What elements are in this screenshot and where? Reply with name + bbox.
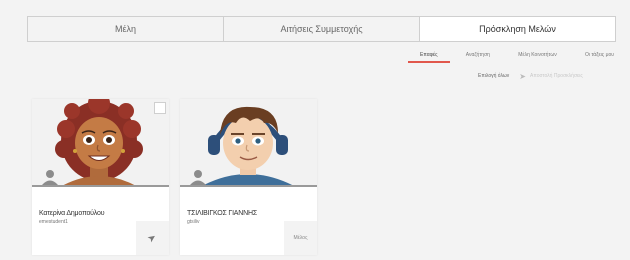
select-all-link[interactable]: Επιλογή όλων (478, 73, 509, 79)
invite-subtabs: Επαφές Αναζήτηση Μέλη Κοινοτήτων Οι τάξε… (408, 47, 616, 63)
send-invites-label: Αποστολή Προσκλήσεις (530, 73, 583, 79)
subtab-search[interactable]: Αναζήτηση (464, 49, 492, 61)
member-status-label: Μέλος (293, 235, 308, 241)
member-card: ΤΣΙΛΙΒΙΓΚΟΣ ΓΙΑΝΝΗΣ gtsiliv Μέλος (180, 99, 317, 255)
tab-join-requests[interactable]: Αιτήσεις Συμμετοχής (223, 16, 420, 42)
send-icon: ➤ (145, 231, 160, 245)
member-status-button[interactable]: Μέλος (284, 221, 317, 255)
member-name: ΤΣΙΛΙΒΙΓΚΟΣ ΓΙΑΝΝΗΣ (187, 210, 257, 217)
invite-button[interactable]: ➤ (136, 221, 169, 255)
send-icon: ➤ (519, 71, 526, 81)
avatar (32, 99, 169, 187)
member-name: Κατερίνα Δημοπούλου (39, 210, 105, 217)
person-icon (190, 170, 206, 185)
tab-members[interactable]: Μέλη (27, 16, 224, 42)
person-icon (42, 170, 58, 185)
avatar (180, 99, 317, 187)
member-username: emestudent1 (39, 219, 68, 225)
main-tabs: Μέλη Αιτήσεις Συμμετοχής Πρόσκληση Μελών (27, 16, 616, 42)
subtab-my-classes[interactable]: Οι τάξεις μου (583, 49, 616, 61)
subtab-community-members[interactable]: Μέλη Κοινοτήτων (516, 49, 559, 61)
member-card: Κατερίνα Δημοπούλου emestudent1 ➤ (32, 99, 169, 255)
select-checkbox[interactable] (154, 102, 166, 114)
tab-invite-members[interactable]: Πρόσκληση Μελών (419, 16, 616, 42)
member-username: gtsiliv (187, 219, 200, 225)
invite-actions: Επιλογή όλων ➤ Αποστολή Προσκλήσεις (478, 70, 618, 82)
subtab-contacts[interactable]: Επαφές (408, 49, 449, 63)
send-invites-button[interactable]: ➤ Αποστολή Προσκλήσεις (519, 72, 582, 81)
